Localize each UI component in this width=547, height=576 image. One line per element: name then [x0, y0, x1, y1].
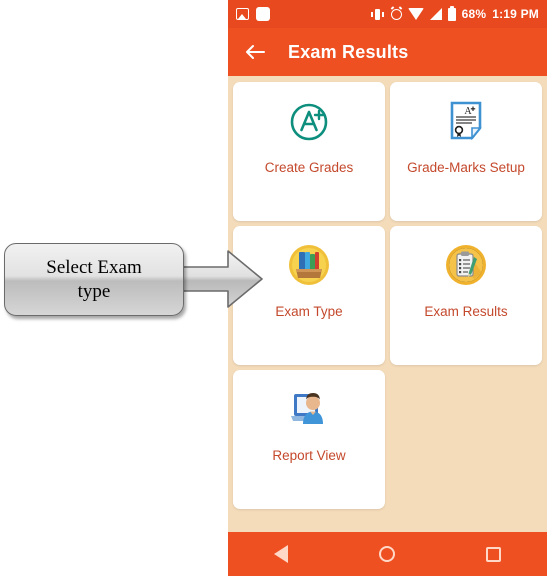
phone-screen: 68% 1:19 PM Exam Results Create Grades A… [228, 0, 547, 576]
right-arrow-icon [181, 250, 263, 308]
photo-icon [236, 8, 249, 20]
svg-text:A: A [464, 106, 472, 117]
a-plus-circle-icon [286, 82, 332, 160]
clock-time: 1:19 PM [492, 7, 539, 21]
nav-home-button[interactable] [357, 532, 417, 576]
white-square-icon [256, 7, 270, 21]
tile-create-grades[interactable]: Create Grades [233, 82, 385, 221]
annotation-line-2: type [77, 280, 111, 302]
battery-percent: 68% [461, 7, 487, 21]
tile-report-view[interactable]: Report View [233, 370, 385, 509]
nav-back-button[interactable] [251, 532, 311, 576]
wifi-icon [407, 8, 424, 20]
tile-label: Exam Results [424, 304, 508, 319]
annotation-callout: Select Exam type [4, 243, 184, 316]
tile-label: Report View [272, 448, 346, 463]
vibrate-icon [370, 8, 385, 21]
tile-label: Exam Type [275, 304, 343, 319]
books-box-icon [287, 226, 331, 304]
status-bar-right-icons: 68% 1:19 PM [370, 5, 539, 21]
alarm-icon [390, 8, 402, 20]
signal-icon [429, 8, 442, 20]
clipboard-checklist-icon [444, 226, 488, 304]
annotation-text: Select Exam type [46, 256, 142, 304]
navigation-bar [228, 532, 547, 576]
person-laptop-icon [286, 370, 332, 448]
app-bar: Exam Results [228, 28, 547, 76]
tile-empty-slot [390, 370, 542, 509]
tile-grade-marks-setup[interactable]: A Grade-Marks Setup [390, 82, 542, 221]
status-bar-left-icons [236, 7, 270, 21]
status-bar: 68% 1:19 PM [228, 0, 547, 28]
tile-label: Create Grades [264, 160, 354, 175]
menu-grid: Create Grades A Grade-Marks Setup Exam T… [228, 76, 547, 509]
tile-exam-results[interactable]: Exam Results [390, 226, 542, 365]
square-recents-icon [486, 546, 502, 562]
triangle-back-icon [274, 545, 289, 563]
tile-label: Grade-Marks Setup [407, 160, 525, 175]
battery-icon [447, 5, 456, 21]
page-title: Exam Results [288, 41, 409, 62]
certificate-document-icon: A [445, 82, 487, 160]
nav-recents-button[interactable] [464, 532, 524, 576]
annotation-line-1: Select Exam [46, 256, 142, 278]
back-arrow-icon[interactable] [242, 39, 268, 65]
circle-home-icon [379, 546, 396, 562]
